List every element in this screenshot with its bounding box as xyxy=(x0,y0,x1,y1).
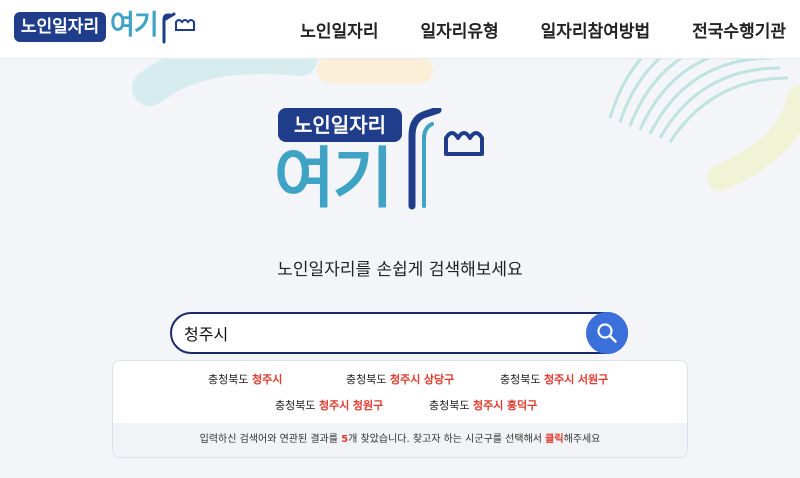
result-city: 청주시 xyxy=(318,399,350,412)
hero-logo: 노인일자리 여기 xyxy=(274,108,534,258)
results-summary: 입력하신 검색어와 연관된 결과를 5개 찾았습니다. 찾고자 하는 시군구를 … xyxy=(113,423,687,457)
result-district: 서원구 xyxy=(577,373,609,386)
search-tagline: 노인일자리를 손쉽게 검색해보세요 xyxy=(277,260,523,280)
pointing-hand-icon xyxy=(162,12,195,44)
result-district: 청원구 xyxy=(352,399,384,412)
logo-word: 여기 xyxy=(110,10,159,41)
site-logo[interactable]: 노인일자리 여기 xyxy=(14,8,195,48)
hero-section: 노인일자리 여기 노인일자리를 손쉽게 검색해보세요 충청북도 청주시 충청북도… xyxy=(0,58,800,478)
click-word: 클릭 xyxy=(545,434,564,445)
summary-text: 해주세요 xyxy=(563,434,601,445)
result-province: 충청북도 xyxy=(429,399,470,412)
pointing-hand-icon-large xyxy=(408,108,484,210)
search-button[interactable] xyxy=(586,312,628,354)
result-city: 청주시 xyxy=(472,399,504,412)
result-district: 상당구 xyxy=(423,373,455,386)
nav-job-types[interactable]: 일자리유형 xyxy=(420,17,498,42)
logo-badge: 노인일자리 xyxy=(14,12,106,42)
summary-text: 개 찾았습니다. 찾고자 하는 시군구를 선택해서 xyxy=(348,434,546,445)
summary-text: 입력하신 검색어와 연관된 결과를 xyxy=(199,434,342,445)
search-input[interactable] xyxy=(184,320,584,346)
main-nav: 노인일자리 일자리유형 일자리참여방법 전국수행기관 xyxy=(258,0,786,58)
result-city: 청주시 xyxy=(251,373,283,386)
result-item[interactable]: 충청북도 청주시 서원구 xyxy=(500,371,608,387)
result-province: 충청북도 xyxy=(208,373,249,386)
hero-logo-word: 여기 xyxy=(274,140,393,217)
result-item[interactable]: 충청북도 청주시 청원구 xyxy=(275,397,383,413)
result-city: 청주시 xyxy=(389,373,421,386)
search-bar xyxy=(170,312,628,354)
result-district: 흥덕구 xyxy=(506,399,538,412)
nav-how-to-join[interactable]: 일자리참여방법 xyxy=(541,17,650,42)
result-province: 충청북도 xyxy=(500,373,541,386)
nav-senior-jobs[interactable]: 노인일자리 xyxy=(300,17,378,42)
nav-agencies[interactable]: 전국수행기관 xyxy=(692,17,786,42)
result-province: 충청북도 xyxy=(346,373,387,386)
result-item[interactable]: 충청북도 청주시 xyxy=(208,371,282,387)
result-item[interactable]: 충청북도 청주시 흥덕구 xyxy=(429,397,537,413)
result-city: 청주시 xyxy=(543,373,575,386)
search-icon xyxy=(597,323,617,343)
site-header: 노인일자리 여기 노인일자리 일자리유형 일자리참여방법 전국수행기관 xyxy=(0,0,800,59)
search-results-panel: 충청북도 청주시 충청북도 청주시 상당구 충청북도 청주시 서원구 충청북도 … xyxy=(112,360,688,458)
result-province: 충청북도 xyxy=(275,399,316,412)
result-item[interactable]: 충청북도 청주시 상당구 xyxy=(346,371,454,387)
